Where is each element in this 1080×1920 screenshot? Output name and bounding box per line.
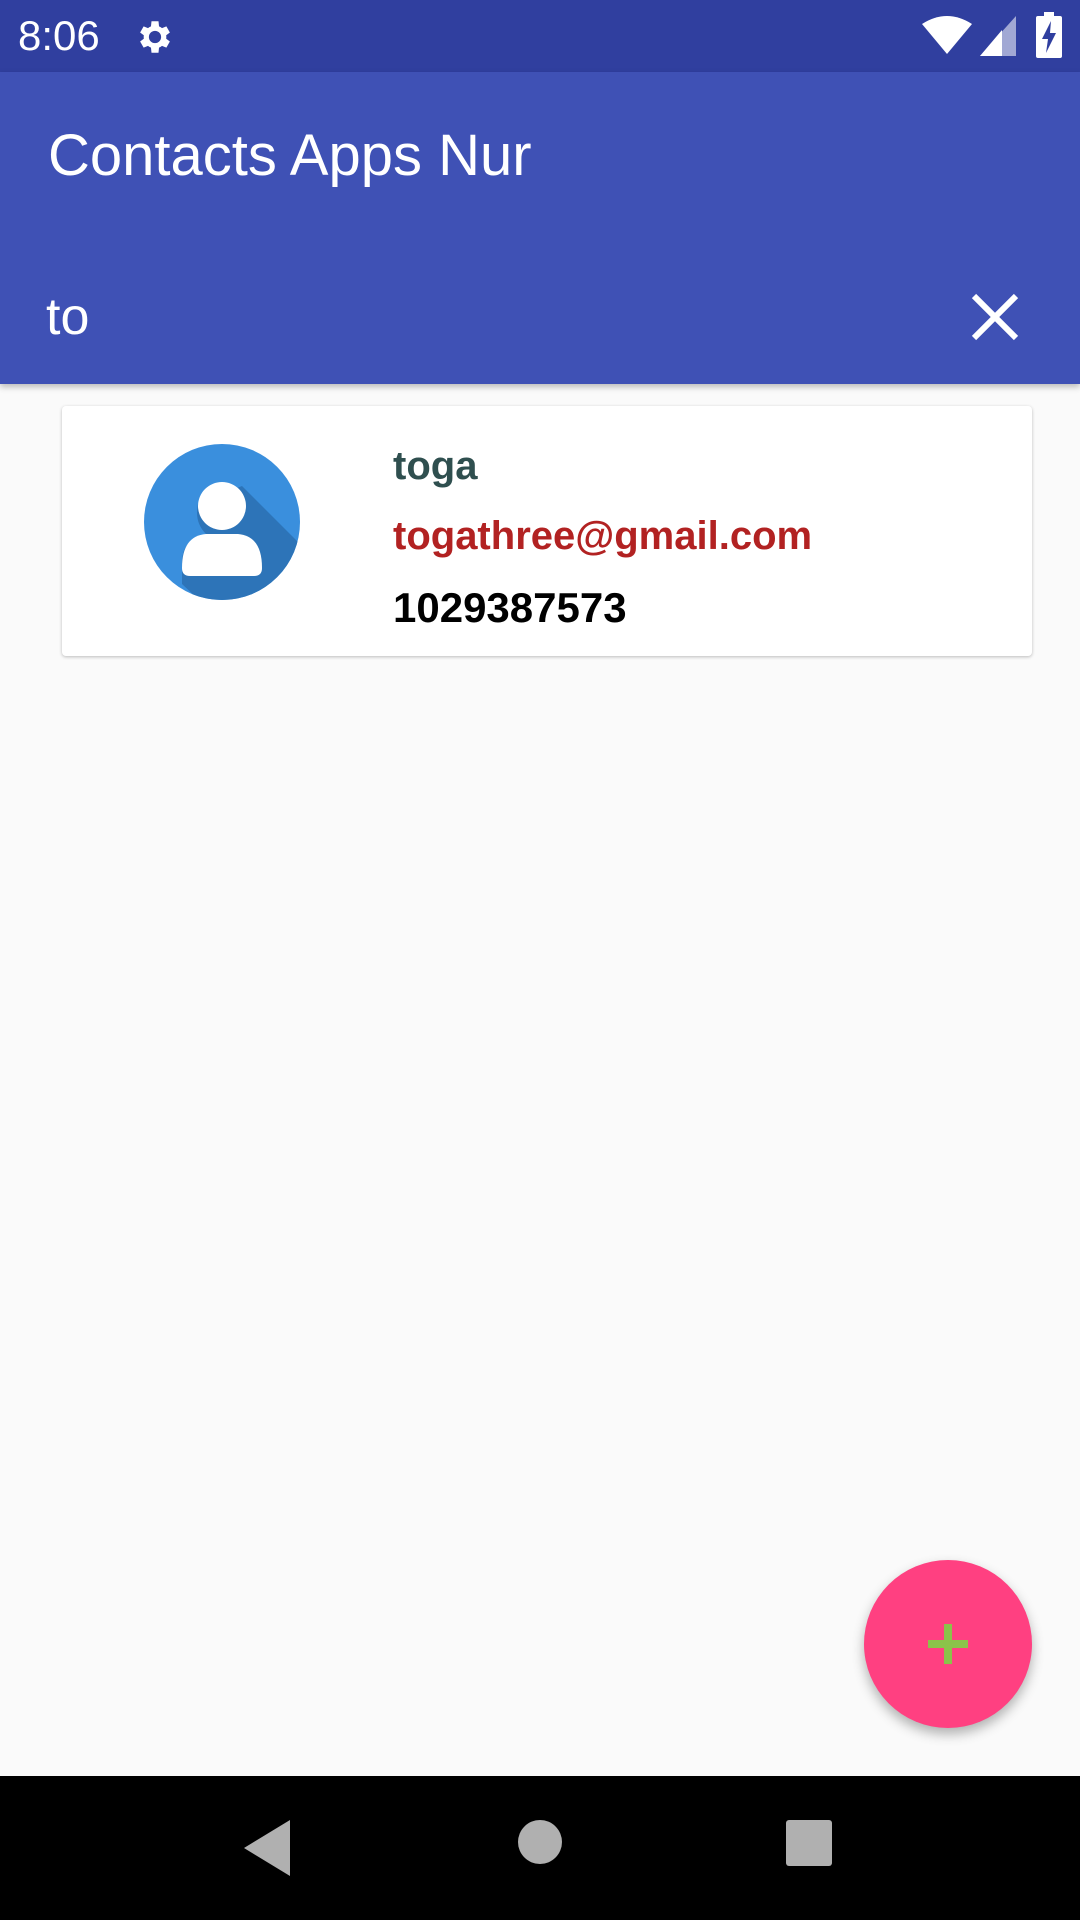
battery-charging-icon xyxy=(1036,12,1062,58)
cell-signal-icon xyxy=(980,16,1016,56)
add-contact-button[interactable] xyxy=(864,1560,1032,1728)
home-icon[interactable] xyxy=(518,1820,562,1864)
recents-icon[interactable] xyxy=(786,1820,832,1866)
contact-phone: 1029387573 xyxy=(393,584,627,631)
search-input[interactable] xyxy=(46,282,906,352)
status-time: 8:06 xyxy=(18,12,100,59)
status-bar: 8:06 xyxy=(0,0,1080,72)
screen: 8:06 Contacts Apps Nur to toga togathree… xyxy=(0,0,1080,1920)
plus-icon xyxy=(928,1624,968,1664)
settings-gear-icon xyxy=(140,21,170,53)
contact-card[interactable]: toga togathree@gmail.com 1029387573 xyxy=(62,406,1032,656)
app-title: Contacts Apps Nur xyxy=(48,123,532,188)
close-icon[interactable] xyxy=(960,282,1030,352)
contact-name: toga xyxy=(393,444,478,488)
navigation-bar xyxy=(0,1776,1080,1920)
app-bar: Contacts Apps Nur xyxy=(0,72,1080,384)
wifi-icon xyxy=(922,16,972,54)
search-bar xyxy=(0,268,1080,368)
contact-email: togathree@gmail.com xyxy=(393,514,813,558)
person-avatar-icon xyxy=(144,444,300,600)
back-icon[interactable] xyxy=(244,1820,290,1876)
